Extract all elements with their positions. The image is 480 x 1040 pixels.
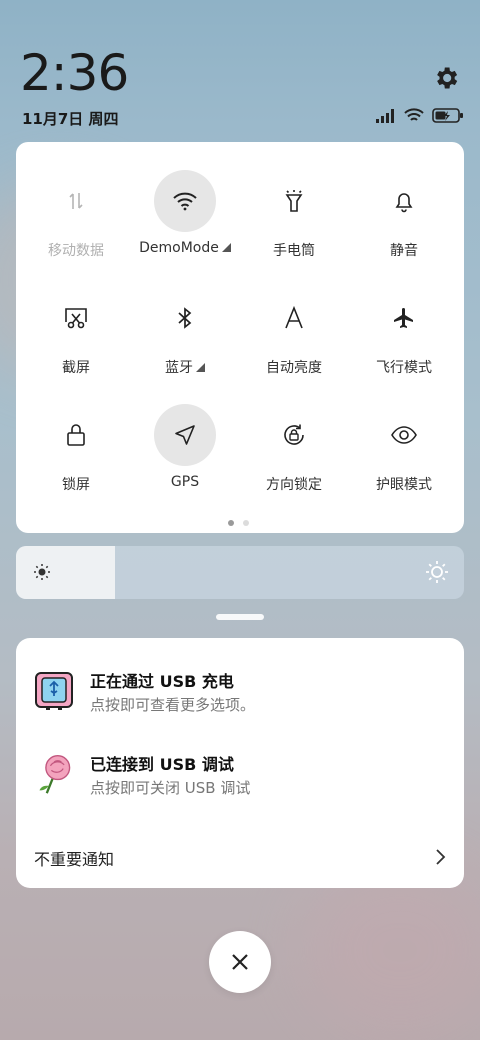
system-icons xyxy=(376,108,464,123)
wifi-icon xyxy=(404,108,424,121)
brightness-low-icon xyxy=(34,564,50,580)
signal-icon xyxy=(376,108,394,123)
tile-icon-bg xyxy=(373,287,435,349)
notification-title: 正在通过 USB 充电 xyxy=(90,672,234,691)
bluetooth-icon xyxy=(178,307,192,329)
mobile-data-icon xyxy=(69,193,83,209)
expand-triangle-icon xyxy=(221,243,231,252)
tile-rotation-lock[interactable]: 方向锁定 xyxy=(239,404,349,514)
tile-icon-bg xyxy=(373,404,435,466)
tile-bluetooth[interactable]: 蓝牙 xyxy=(130,287,240,397)
battery-charging-icon xyxy=(432,108,463,123)
tile-label: 移动数据 xyxy=(48,243,104,259)
tile-label: 静音 xyxy=(390,243,418,259)
wifi-icon xyxy=(173,192,197,211)
tile-screenshot[interactable]: 截屏 xyxy=(21,287,131,397)
notification-subtitle: 点按即可查看更多选项。 xyxy=(90,696,256,714)
tile-icon-bg xyxy=(45,170,107,232)
tile-icon-bg xyxy=(263,170,325,232)
tile-label-text: DemoMode xyxy=(139,240,219,256)
tile-label: DemoMode xyxy=(139,240,231,256)
close-icon xyxy=(232,954,248,970)
tile-icon-bg xyxy=(45,404,107,466)
tile-auto-brightness[interactable]: 自动亮度 xyxy=(239,287,349,397)
tile-icon-bg xyxy=(154,170,216,232)
tile-mobile-data[interactable]: 移动数据 xyxy=(21,170,131,280)
unimportant-notifications-link[interactable]: 不重要通知 xyxy=(34,846,114,870)
tile-label: 截屏 xyxy=(62,360,90,376)
notification-title: 已连接到 USB 调试 xyxy=(90,755,234,774)
location-arrow-icon xyxy=(175,425,195,445)
close-button[interactable] xyxy=(209,931,271,993)
drag-handle[interactable] xyxy=(216,614,264,620)
quick-settings-panel: 移动数据 DemoMode 手电筒 静音 截屏 蓝牙 自动亮度 飞行模式 锁屏 … xyxy=(16,142,464,533)
page-indicator xyxy=(228,520,249,526)
brightness-slider[interactable] xyxy=(16,546,464,599)
tile-label: 手电筒 xyxy=(273,243,315,259)
rotation-lock-icon xyxy=(284,424,304,445)
chevron-right-icon[interactable] xyxy=(434,848,448,866)
gear-icon[interactable] xyxy=(432,64,460,92)
notification-usb-charging[interactable]: 正在通过 USB 充电 点按即可查看更多选项。 xyxy=(34,668,454,728)
tile-label-text: 蓝牙 xyxy=(165,360,193,376)
auto-brightness-icon xyxy=(285,305,303,329)
tile-label: GPS xyxy=(170,474,200,490)
tile-silent[interactable]: 静音 xyxy=(349,170,459,280)
date: 11月7日 周四 xyxy=(22,110,119,128)
brightness-high-icon xyxy=(426,561,448,583)
usb-charging-icon xyxy=(35,672,73,710)
tile-icon-bg xyxy=(263,404,325,466)
tile-flashlight[interactable]: 手电筒 xyxy=(239,170,349,280)
page-dot xyxy=(243,520,249,526)
expand-triangle-icon xyxy=(196,363,205,372)
bell-icon xyxy=(395,193,413,213)
tile-gps[interactable]: GPS xyxy=(130,404,240,514)
notification-subtitle: 点按即可关闭 USB 调试 xyxy=(90,779,251,797)
tile-label: 飞行模式 xyxy=(376,360,432,376)
notification-usb-debugging[interactable]: 已连接到 USB 调试 点按即可关闭 USB 调试 xyxy=(34,751,454,811)
tile-label: 锁屏 xyxy=(62,477,90,493)
tile-label: 护眼模式 xyxy=(376,477,432,493)
rose-icon xyxy=(39,755,71,794)
tile-airplane[interactable]: 飞行模式 xyxy=(349,287,459,397)
screenshot-icon xyxy=(65,308,87,329)
tile-label: 方向锁定 xyxy=(266,477,322,493)
tile-eye-protection[interactable]: 护眼模式 xyxy=(349,404,459,514)
tile-icon-bg xyxy=(45,287,107,349)
lock-icon xyxy=(67,424,85,446)
tile-icon-bg xyxy=(154,287,216,349)
tile-icon-bg xyxy=(263,287,325,349)
notification-panel: 正在通过 USB 充电 点按即可查看更多选项。 已连接到 USB 调试 点按即可… xyxy=(16,638,464,888)
tile-icon-bg xyxy=(373,170,435,232)
clock: 2:36 xyxy=(20,44,129,102)
page-dot-active xyxy=(228,520,234,526)
flashlight-icon xyxy=(285,190,303,212)
tile-lock-screen[interactable]: 锁屏 xyxy=(21,404,131,514)
brightness-fill xyxy=(16,546,115,599)
tile-label: 蓝牙 xyxy=(165,357,205,377)
status-area: 2:36 11月7日 周四 xyxy=(0,0,480,140)
tile-icon-bg xyxy=(154,404,216,466)
eye-icon xyxy=(391,426,417,444)
tile-wifi[interactable]: DemoMode xyxy=(130,170,240,280)
tile-label: 自动亮度 xyxy=(266,360,322,376)
airplane-icon xyxy=(394,308,413,328)
